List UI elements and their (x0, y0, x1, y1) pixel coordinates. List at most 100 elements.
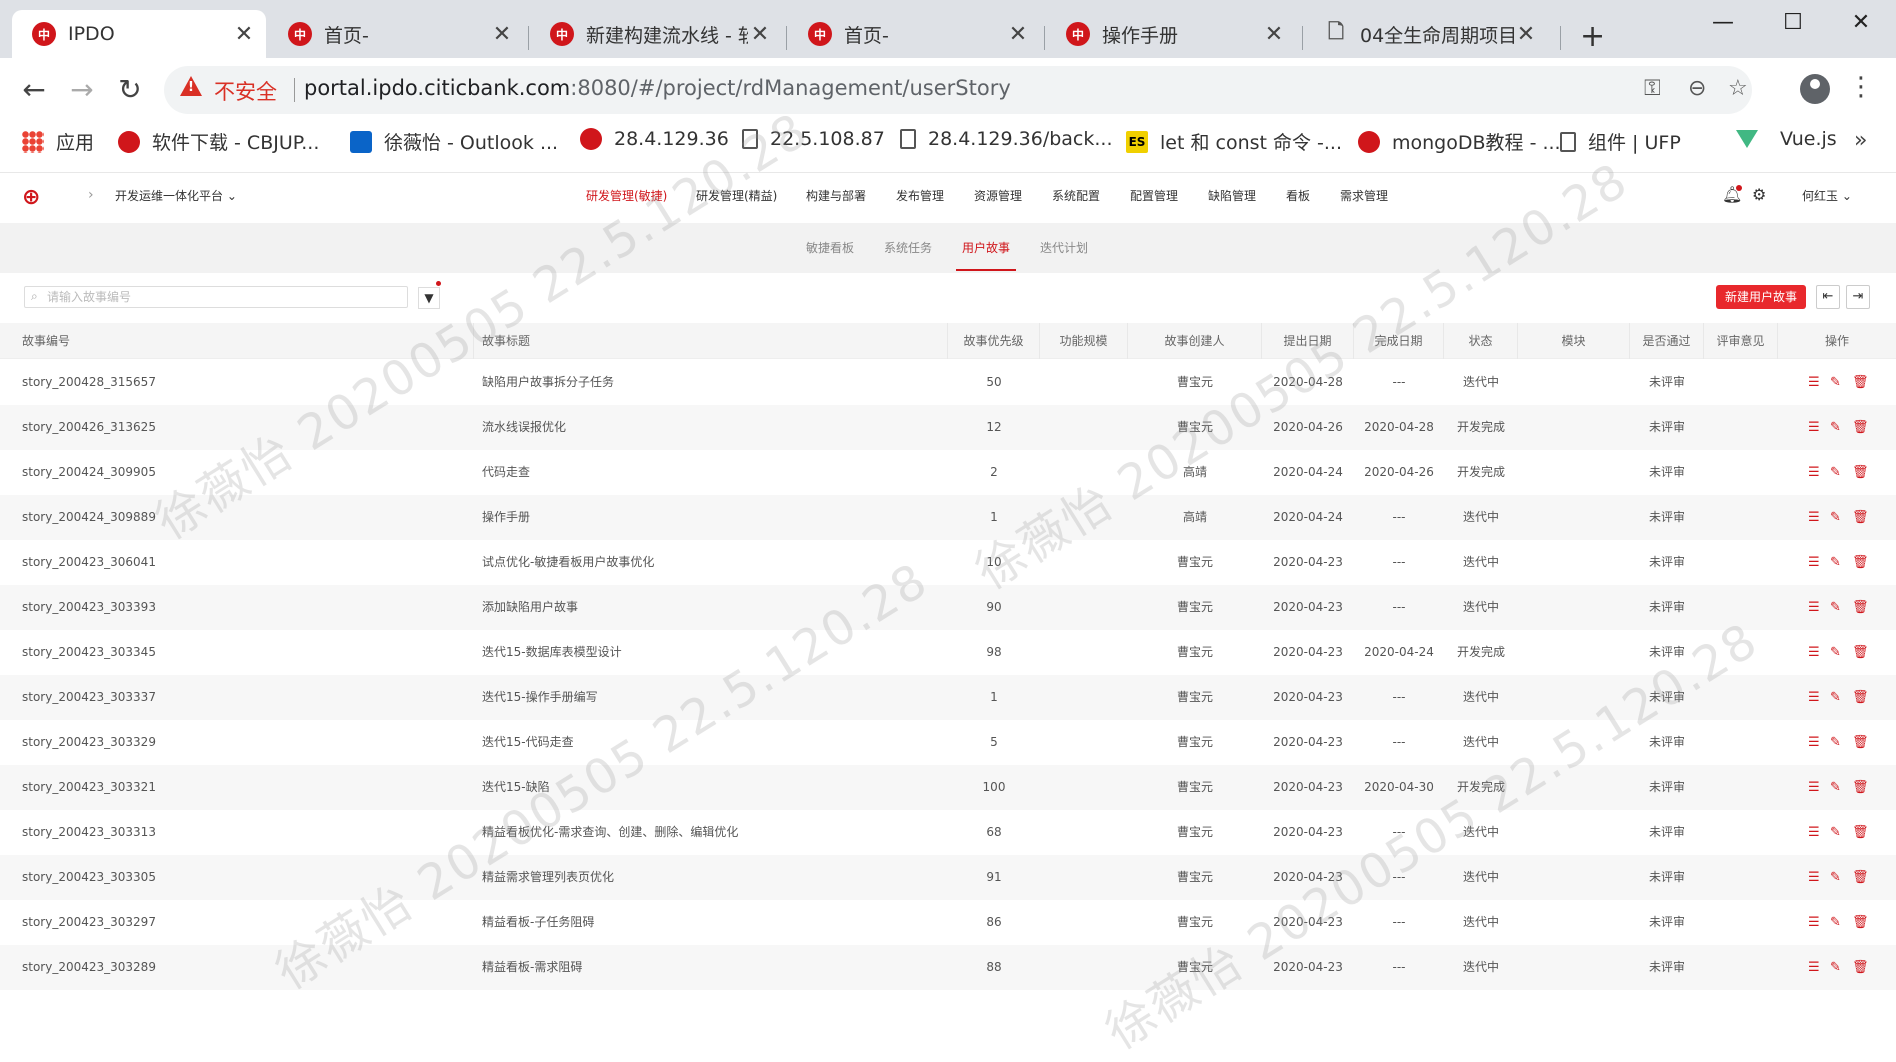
delete-trash-icon[interactable]: 🗑︎ (1852, 900, 1869, 945)
bookmark-ip-back[interactable]: 28.4.129.36/back... (900, 128, 1113, 150)
browser-tab-manual[interactable]: 中 操作手册 ✕ (1046, 10, 1296, 58)
detail-list-icon[interactable]: ☰ (1808, 810, 1820, 855)
import-icon[interactable]: ⇥ (1846, 285, 1870, 309)
close-icon[interactable]: ✕ (748, 22, 772, 47)
col-priority[interactable]: 故事优先级 (948, 323, 1040, 359)
table-row[interactable]: story_200423_303321 迭代15-缺陷 100 曹宝元 2020-04-… (0, 765, 1896, 810)
bookmark-star-icon[interactable]: ☆ (1728, 76, 1748, 101)
bookmark-let-const[interactable]: ES let 和 const 命令 -... (1126, 128, 1342, 155)
table-row[interactable]: story_200423_306041 试点优化-敏捷看板用户故事优化 10 曹宝元 2… (0, 540, 1896, 585)
table-row[interactable]: story_200423_303329 迭代15-代码走查 5 曹宝元 2020-04-… (0, 720, 1896, 765)
delete-trash-icon[interactable]: 🗑︎ (1852, 450, 1869, 495)
bookmark-mongodb[interactable]: mongoDB教程 - ... (1358, 128, 1561, 155)
forward-arrow-icon[interactable]: → (64, 72, 100, 108)
nav-system-config[interactable]: 系统配置 (1052, 187, 1100, 204)
nav-lean-rd[interactable]: 研发管理(精益) (696, 187, 777, 204)
platform-switcher[interactable]: 开发运维一体化平台 ⌄ (115, 187, 237, 204)
edit-pencil-icon[interactable]: ✎ (1830, 585, 1841, 630)
detail-list-icon[interactable]: ☰ (1808, 585, 1820, 630)
edit-pencil-icon[interactable]: ✎ (1830, 450, 1841, 495)
close-icon[interactable]: ✕ (1514, 22, 1538, 47)
url-text[interactable]: portal.ipdo.citicbank.com:8080/#/project… (304, 76, 1011, 100)
close-icon[interactable]: ✕ (232, 22, 256, 47)
citic-logo-icon[interactable]: ⊕ (22, 185, 40, 210)
new-tab-plus-icon[interactable]: + (1580, 22, 1605, 52)
detail-list-icon[interactable]: ☰ (1808, 495, 1820, 540)
delete-trash-icon[interactable]: 🗑︎ (1852, 945, 1869, 990)
bookmark-ufp[interactable]: 组件 | UFP (1560, 128, 1681, 155)
key-icon[interactable]: ⚿ (1644, 76, 1661, 101)
edit-pencil-icon[interactable]: ✎ (1830, 855, 1841, 900)
tab-user-stories[interactable]: 用户故事 (962, 239, 1010, 256)
table-row[interactable]: story_200423_303297 精益看板-子任务阻碍 86 曹宝元 2020-0… (0, 900, 1896, 945)
table-row[interactable]: story_200423_303313 精益看板优化-需求查询、创建、删除、编辑优… (0, 810, 1896, 855)
col-proposed-date[interactable]: 提出日期 (1262, 323, 1354, 359)
nav-build-deploy[interactable]: 构建与部署 (806, 187, 866, 204)
close-icon[interactable]: ✕ (1006, 22, 1030, 47)
table-row[interactable]: story_200426_313625 流水线误报优化 12 曹宝元 2020-04-2… (0, 405, 1896, 450)
address-bar[interactable]: 不安全 portal.ipdo.citicbank.com:8080/#/pro… (164, 66, 1752, 114)
edit-pencil-icon[interactable]: ✎ (1830, 720, 1841, 765)
browser-tab-ipdo[interactable]: 中 IPDO ✕ (12, 10, 266, 58)
table-row[interactable]: story_200424_309905 代码走查 2 高靖 2020-04-24 2020… (0, 450, 1896, 495)
table-row[interactable]: story_200423_303289 精益看板-需求阻碍 88 曹宝元 2020-04… (0, 945, 1896, 990)
edit-pencil-icon[interactable]: ✎ (1830, 810, 1841, 855)
col-function-size[interactable]: 功能规模 (1040, 323, 1128, 359)
browser-tab-new-pipeline[interactable]: 中 新建构建流水线 - 软 ✕ (530, 10, 782, 58)
bookmark-vue[interactable]: Vue.js (1736, 128, 1837, 150)
detail-list-icon[interactable]: ☰ (1808, 855, 1820, 900)
tab-iteration-plan[interactable]: 迭代计划 (1040, 239, 1088, 256)
col-passed[interactable]: 是否通过 (1630, 323, 1704, 359)
profile-avatar-icon[interactable] (1800, 74, 1830, 104)
edit-pencil-icon[interactable]: ✎ (1830, 945, 1841, 990)
bookmark-outlook[interactable]: 徐薇怡 - Outlook ... (350, 128, 558, 155)
delete-trash-icon[interactable]: 🗑︎ (1852, 855, 1869, 900)
detail-list-icon[interactable]: ☰ (1808, 360, 1820, 405)
edit-pencil-icon[interactable]: ✎ (1830, 675, 1841, 720)
browser-tab-home-2[interactable]: 中 首页- ✕ (788, 10, 1040, 58)
new-user-story-button[interactable]: 新建用户故事 (1716, 285, 1806, 309)
edit-pencil-icon[interactable]: ✎ (1830, 630, 1841, 675)
minimize-window-icon[interactable]: — (1698, 10, 1748, 40)
more-menu-icon[interactable]: ⋮ (1848, 72, 1874, 102)
detail-list-icon[interactable]: ☰ (1808, 720, 1820, 765)
nav-resources[interactable]: 资源管理 (974, 187, 1022, 204)
delete-trash-icon[interactable]: 🗑︎ (1852, 720, 1869, 765)
user-menu[interactable]: 何红玉 ⌄ (1802, 187, 1852, 204)
close-icon[interactable]: ✕ (490, 22, 514, 47)
tab-agile-board[interactable]: 敏捷看板 (806, 239, 854, 256)
col-story-title[interactable]: 故事标题 (474, 323, 948, 359)
table-row[interactable]: story_200423_303337 迭代15-操作手册编写 1 曹宝元 2020-0… (0, 675, 1896, 720)
nav-defects[interactable]: 缺陷管理 (1208, 187, 1256, 204)
export-icon[interactable]: ⇤ (1816, 285, 1840, 309)
table-row[interactable]: story_200428_315657 缺陷用户故事拆分子任务 50 曹宝元 2020-… (0, 360, 1896, 405)
col-creator[interactable]: 故事创建人 (1128, 323, 1262, 359)
table-row[interactable]: story_200423_303393 添加缺陷用户故事 90 曹宝元 2020-04-… (0, 585, 1896, 630)
delete-trash-icon[interactable]: 🗑︎ (1852, 360, 1869, 405)
col-status[interactable]: 状态 (1444, 323, 1518, 359)
not-secure-label[interactable]: 不安全 (214, 76, 277, 106)
detail-list-icon[interactable]: ☰ (1808, 675, 1820, 720)
nav-release[interactable]: 发布管理 (896, 187, 944, 204)
bookmark-apps[interactable]: 应用 (22, 128, 94, 155)
col-module[interactable]: 模块 (1518, 323, 1630, 359)
detail-list-icon[interactable]: ☰ (1808, 630, 1820, 675)
delete-trash-icon[interactable]: 🗑︎ (1852, 630, 1869, 675)
bookmark-ip-2[interactable]: 22.5.108.87 (742, 128, 885, 150)
edit-pencil-icon[interactable]: ✎ (1830, 900, 1841, 945)
back-arrow-icon[interactable]: ← (16, 72, 52, 108)
delete-trash-icon[interactable]: 🗑︎ (1852, 675, 1869, 720)
col-completed-date[interactable]: 完成日期 (1354, 323, 1444, 359)
browser-tab-home-1[interactable]: 中 首页- ✕ (268, 10, 524, 58)
nav-config-mgmt[interactable]: 配置管理 (1130, 187, 1178, 204)
detail-list-icon[interactable]: ☰ (1808, 945, 1820, 990)
nav-requirements[interactable]: 需求管理 (1340, 187, 1388, 204)
nav-kanban[interactable]: 看板 (1286, 187, 1310, 204)
delete-trash-icon[interactable]: 🗑︎ (1852, 765, 1869, 810)
edit-pencil-icon[interactable]: ✎ (1830, 765, 1841, 810)
reload-icon[interactable]: ↻ (112, 72, 148, 108)
browser-tab-lifecycle-doc[interactable]: 🗋 04全生命周期项目管 ✕ (1304, 10, 1548, 58)
detail-list-icon[interactable]: ☰ (1808, 540, 1820, 585)
col-review-comment[interactable]: 评审意见 (1704, 323, 1778, 359)
delete-trash-icon[interactable]: 🗑︎ (1852, 810, 1869, 855)
